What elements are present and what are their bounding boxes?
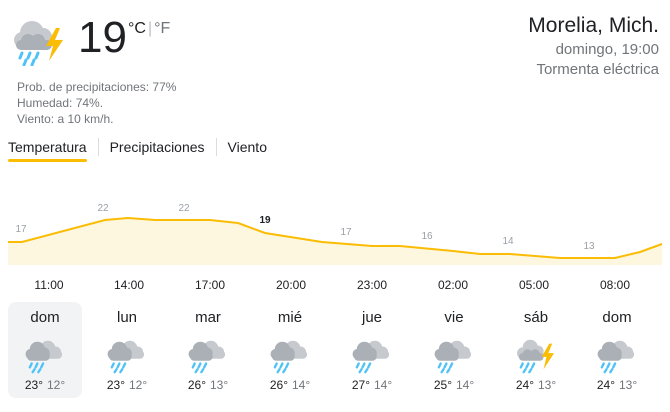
low-temp: 13° <box>210 378 229 392</box>
forecast-tabs: Temperatura Precipitaciones Viento <box>8 136 267 162</box>
weather-condition: Tormenta eléctrica <box>536 61 659 78</box>
day-forecast-3[interactable]: mié 26° 14° <box>253 302 327 398</box>
day-forecast-2[interactable]: mar 26° 13° <box>171 302 245 398</box>
day-temps: 25° 14° <box>417 378 491 392</box>
location-datetime: domingo, 19:00 <box>555 41 659 58</box>
temperature-value-label: 22 <box>178 203 190 214</box>
hour-tick-label: 08:00 <box>600 278 630 292</box>
thunderstorm-icon <box>14 21 63 66</box>
low-temp: 12° <box>47 378 66 392</box>
day-forecast-1[interactable]: lun 23° 12° <box>90 302 164 398</box>
day-name: mié <box>277 309 303 326</box>
fahrenheit-unit[interactable]: °F <box>154 20 170 37</box>
temperature-value-label: 14 <box>502 236 514 247</box>
celsius-unit[interactable]: °C <box>128 20 146 37</box>
day-temps: 23° 12° <box>90 378 164 392</box>
day-name: sáb <box>523 309 549 326</box>
hourly-temperature-chart[interactable]: 17 22 22 19 17 16 14 13 11:00 14:00 17:00 20:00 23:0… <box>0 190 670 300</box>
tab-temperature[interactable]: Temperatura <box>8 136 87 162</box>
thunderstorm-icon <box>517 339 555 374</box>
day-temps: 27° 14° <box>335 378 409 392</box>
day-name: dom <box>30 309 60 326</box>
rain-cloud-icon <box>107 340 145 374</box>
low-temp: 12° <box>129 378 148 392</box>
weather-details: Prob. de precipitaciones: 77% Humedad: 7… <box>17 79 176 127</box>
rain-cloud-icon <box>597 340 635 374</box>
current-temperature: 19 <box>78 13 127 62</box>
temperature-value-label: 13 <box>583 241 595 252</box>
temperature-value-label: 17 <box>340 227 352 238</box>
high-temp: 27° <box>351 378 370 392</box>
low-temp: 14° <box>374 378 393 392</box>
tab-divider <box>215 138 217 156</box>
day-forecast-5[interactable]: vie 25° 14° <box>417 302 491 398</box>
rain-cloud-icon <box>188 340 226 374</box>
day-temps: 23° 12° <box>8 378 82 392</box>
low-temp: 13° <box>538 378 557 392</box>
high-temp: 23° <box>106 378 125 392</box>
hour-tick-label: 20:00 <box>276 278 306 292</box>
day-forecast-7[interactable]: dom 24° 13° <box>580 302 654 398</box>
location-name: Morelia, Mich. <box>528 14 659 37</box>
day-forecast-4[interactable]: jue 27° 14° <box>335 302 409 398</box>
low-temp: 13° <box>619 378 638 392</box>
tab-divider <box>97 138 99 156</box>
day-forecast-6[interactable]: sáb 24° 13° <box>499 302 573 398</box>
temperature-value-label: 17 <box>15 224 27 235</box>
hour-tick-label: 17:00 <box>195 278 225 292</box>
day-name: vie <box>444 309 464 326</box>
tab-wind[interactable]: Viento <box>228 136 267 162</box>
tab-precipitation[interactable]: Precipitaciones <box>110 136 205 162</box>
rain-cloud-icon <box>434 340 472 374</box>
day-temps: 26° 13° <box>171 378 245 392</box>
day-temps: 26° 14° <box>253 378 327 392</box>
rain-cloud-icon <box>25 340 63 374</box>
high-temp: 26° <box>269 378 288 392</box>
unit-separator: | <box>147 20 153 37</box>
daily-forecast: dom 23° 12° lun 23° 12° mar 26° 13° mié 26° 14°… <box>8 302 664 398</box>
high-temp: 26° <box>187 378 206 392</box>
day-name: dom <box>602 309 632 326</box>
day-name: lun <box>116 309 138 326</box>
temperature-value-label: 19 <box>259 215 271 226</box>
hour-tick-label: 02:00 <box>438 278 468 292</box>
day-temps: 24° 13° <box>580 378 654 392</box>
day-name: mar <box>195 309 221 326</box>
high-temp: 23° <box>24 378 43 392</box>
hour-tick-label: 11:00 <box>34 278 63 292</box>
low-temp: 14° <box>456 378 475 392</box>
wind: Viento: a 10 km/h. <box>17 112 114 126</box>
hour-tick-label: 14:00 <box>114 278 144 292</box>
low-temp: 14° <box>292 378 311 392</box>
day-name: jue <box>361 309 383 326</box>
hour-tick-label: 05:00 <box>519 278 549 292</box>
day-temps: 24° 13° <box>499 378 573 392</box>
unit-toggle: °C | °F <box>128 20 170 38</box>
high-temp: 25° <box>433 378 452 392</box>
rain-cloud-icon <box>270 340 308 374</box>
temperature-value-label: 22 <box>97 203 109 214</box>
hour-tick-label: 23:00 <box>357 278 387 292</box>
temperature-value-label: 16 <box>421 231 433 242</box>
humidity: Humedad: 74%. <box>17 96 104 110</box>
location-block: Morelia, Mich. domingo, 19:00 Tormenta e… <box>528 12 659 80</box>
rain-cloud-icon <box>352 340 390 374</box>
day-forecast-0[interactable]: dom 23° 12° <box>8 302 82 398</box>
precipitation-probability: Prob. de precipitaciones: 77% <box>17 80 177 94</box>
high-temp: 24° <box>596 378 615 392</box>
high-temp: 24° <box>515 378 534 392</box>
